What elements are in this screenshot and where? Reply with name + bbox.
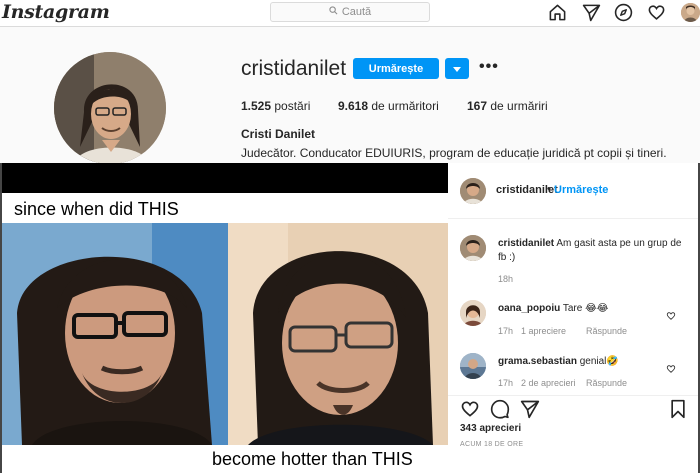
comment-time: 17h — [498, 378, 514, 388]
like-heart-icon[interactable] — [460, 399, 480, 419]
comment-username[interactable]: grama.sebastian — [498, 356, 577, 367]
posted-time[interactable]: ACUM 18 DE ORE — [460, 441, 523, 448]
top-navigation-bar: Instagram Caută — [0, 0, 700, 27]
comment-reply-button[interactable]: Răspunde — [586, 326, 627, 336]
author-avatar[interactable] — [460, 178, 486, 204]
comment-reply-button[interactable]: Răspunde — [586, 378, 627, 388]
post-header: cristidanilet • Urmărește — [448, 163, 698, 219]
profile-username: cristidanilet — [241, 57, 347, 80]
search-icon — [329, 6, 338, 18]
separator-dot: • — [547, 183, 551, 195]
post-caption: cristidanilet Am gasit asta pe un grup d… — [498, 237, 688, 265]
followers-number: 9.618 — [338, 99, 369, 113]
share-paper-plane-icon[interactable] — [520, 399, 540, 419]
activity-heart-icon[interactable] — [647, 3, 666, 22]
meme-bottom-caption: become hotter than THIS — [212, 449, 413, 469]
meme-right-photo — [228, 223, 448, 445]
likes-count[interactable]: 343 aprecieri — [460, 423, 521, 434]
comment-avatar[interactable] — [460, 300, 486, 326]
search-input[interactable]: Caută — [270, 2, 430, 22]
explore-icon[interactable] — [614, 3, 633, 22]
meme-left-photo — [2, 223, 228, 445]
caret-down-icon — [453, 60, 461, 78]
header-follow-link[interactable]: Urmărește — [554, 184, 608, 196]
profile-picture[interactable] — [54, 52, 166, 164]
comment-username[interactable]: oana_popoiu — [498, 303, 560, 314]
comment-like-heart-icon[interactable] — [666, 308, 676, 320]
suggestions-dropdown-button[interactable] — [445, 58, 469, 79]
comment-bubble-icon[interactable] — [490, 399, 510, 419]
profile-bio: Judecător. Conducator EDUIURIS, program … — [241, 146, 667, 160]
post-actions-bar — [448, 395, 698, 473]
comment-text: Tare 😂😂 — [562, 303, 609, 314]
profile-full-name: Cristi Danilet — [241, 127, 316, 141]
comment-time: 17h — [498, 326, 514, 336]
caption-author-avatar[interactable] — [460, 235, 486, 261]
profile-avatar[interactable] — [681, 3, 700, 22]
caption-time: 18h — [498, 274, 514, 284]
comment-likes[interactable]: 2 de aprecieri — [521, 378, 576, 388]
meme-top-caption: since when did THIS — [14, 199, 179, 219]
following-label: de urmăriri — [490, 99, 548, 113]
post-details-panel: cristidanilet • Urmărește cristidanilet … — [448, 163, 698, 473]
search-placeholder: Caută — [341, 6, 372, 18]
comment: grama.sebastian genial🤣 — [498, 355, 688, 369]
meme-black-band — [2, 163, 448, 193]
posts-number: 1.525 — [241, 99, 272, 113]
instagram-logo[interactable]: Instagram — [2, 1, 110, 23]
caption-username[interactable]: cristidanilet — [498, 238, 554, 249]
more-options-icon[interactable]: ••• — [479, 58, 499, 76]
followers-label: de urmăritori — [371, 99, 439, 113]
comment-text: genial🤣 — [579, 356, 619, 367]
comment-avatar[interactable] — [460, 353, 486, 379]
posts-label: postări — [274, 99, 311, 113]
posts-count: 1.525 postări — [241, 99, 310, 113]
post-image[interactable]: since when did THIS become hotter than T… — [2, 163, 448, 473]
direct-icon[interactable] — [582, 3, 601, 22]
following-count[interactable]: 167 de urmăriri — [467, 99, 548, 113]
save-bookmark-icon[interactable] — [668, 399, 688, 419]
comment: oana_popoiu Tare 😂😂 — [498, 302, 688, 316]
comment-likes[interactable]: 1 apreciere — [521, 326, 566, 336]
followers-count[interactable]: 9.618 de urmăritori — [338, 99, 439, 113]
following-number: 167 — [467, 99, 488, 113]
follow-button[interactable]: Urmărește — [353, 58, 439, 79]
comment-like-heart-icon[interactable] — [666, 361, 676, 373]
home-icon[interactable] — [548, 3, 567, 22]
